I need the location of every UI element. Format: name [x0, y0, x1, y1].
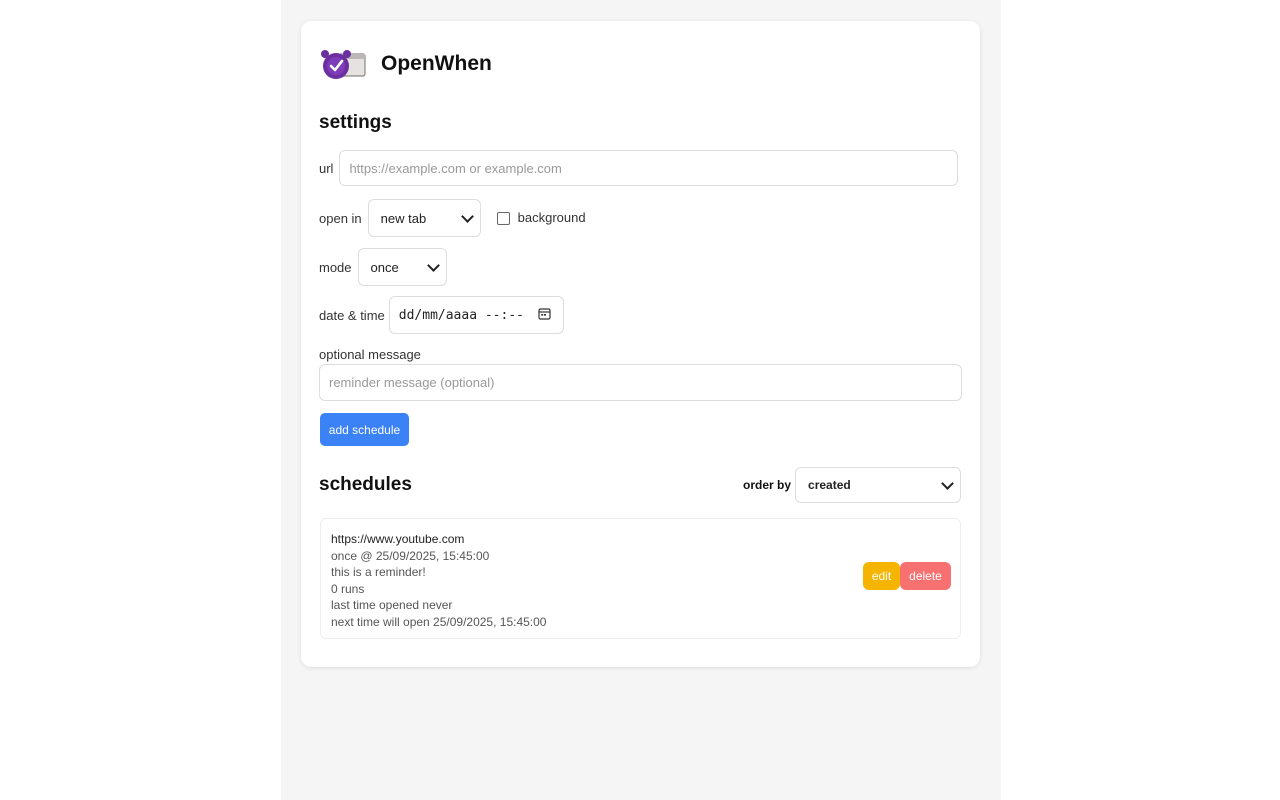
settings-heading: settings [319, 112, 392, 133]
edit-button[interactable]: edit [863, 562, 900, 590]
datetime-value: dd/mm/aaaa --:-- [398, 307, 524, 323]
add-schedule-button[interactable]: add schedule [320, 413, 409, 446]
background-checkbox[interactable] [496, 211, 510, 225]
chevron-down-icon [426, 258, 440, 272]
open-in-value: new tab [380, 210, 427, 226]
order-by-value: created [808, 478, 851, 492]
url-input[interactable] [339, 150, 959, 186]
schedule-item: https://www.youtube.com once @ 25/09/202… [320, 518, 961, 639]
mode-label: mode [319, 259, 352, 275]
calendar-icon[interactable] [538, 307, 551, 323]
app-header: OpenWhen [321, 47, 492, 81]
schedule-next-open: next time will open 25/09/2025, 15:45:00 [331, 614, 547, 629]
schedule-last-opened: last time opened never [331, 598, 453, 613]
app-title: OpenWhen [381, 52, 492, 75]
url-row: url [319, 150, 959, 186]
order-by-select[interactable]: created [795, 467, 962, 503]
order-by-label: order by [743, 478, 792, 492]
open-in-row: open in new tab background [319, 199, 586, 237]
chevron-down-icon [460, 209, 474, 223]
delete-button[interactable]: delete [900, 562, 951, 590]
mode-value: once [370, 259, 399, 275]
main-card: OpenWhen settings url open in new tab ba… [301, 21, 980, 667]
chevron-down-icon [941, 476, 954, 490]
alarm-clock-calendar-icon [321, 47, 367, 81]
schedule-message: this is a reminder! [331, 565, 426, 580]
mode-row: mode once [319, 248, 447, 286]
open-in-select[interactable]: new tab [367, 199, 481, 237]
datetime-label: date & time [319, 307, 385, 323]
message-label: optional message [319, 347, 421, 362]
mode-select[interactable]: once [357, 248, 447, 286]
schedules-heading: schedules [319, 474, 412, 495]
message-input[interactable] [319, 364, 962, 401]
schedule-when: once @ 25/09/2025, 15:45:00 [331, 548, 490, 563]
background-label: background [517, 210, 586, 225]
datetime-row: date & time dd/mm/aaaa --:-- [319, 296, 564, 334]
schedule-details: https://www.youtube.com once @ 25/09/202… [331, 531, 546, 631]
open-in-label: open in [319, 210, 362, 226]
order-by-row: order by created [743, 467, 962, 503]
datetime-input[interactable]: dd/mm/aaaa --:-- [388, 296, 564, 334]
url-label: url [319, 160, 334, 176]
schedule-url: https://www.youtube.com [331, 532, 465, 546]
message-label-row: optional message [319, 347, 421, 362]
schedule-runs: 0 runs [331, 581, 365, 596]
